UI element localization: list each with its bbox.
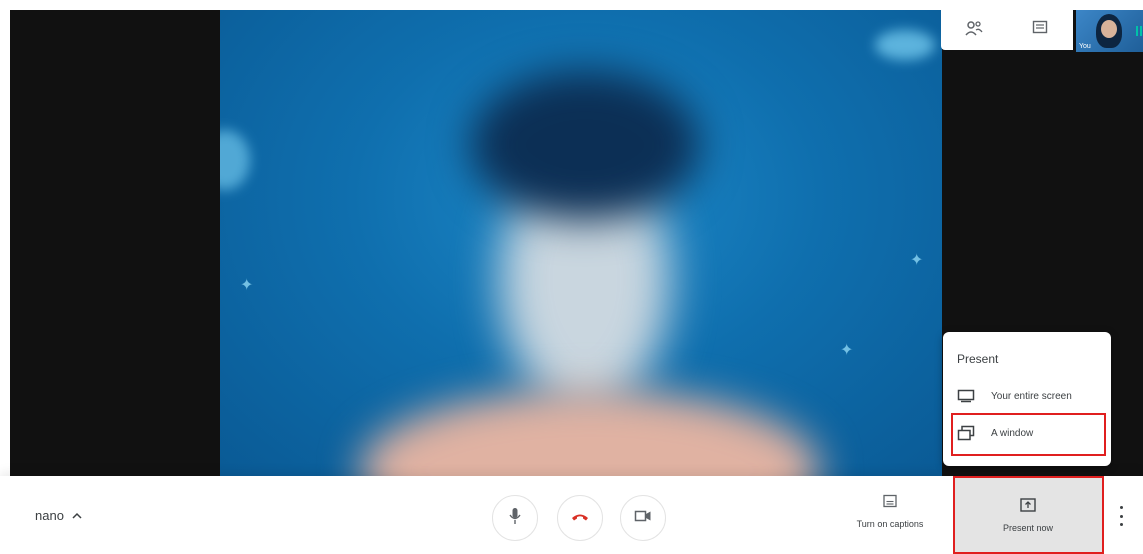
present-menu: Present Your entire screen A window xyxy=(943,332,1111,466)
captions-button[interactable]: Turn on captions xyxy=(840,494,940,529)
captions-label: Turn on captions xyxy=(856,519,924,529)
audio-indicator-icon xyxy=(1136,26,1142,36)
present-now-label: Present now xyxy=(1002,523,1054,533)
window-icon xyxy=(951,425,981,441)
captions-icon xyxy=(883,494,897,512)
chat-icon xyxy=(1032,20,1048,41)
self-view-face xyxy=(1101,20,1117,38)
end-call-icon xyxy=(571,509,589,527)
meeting-name: nano xyxy=(35,508,64,523)
microphone-button[interactable] xyxy=(492,495,538,541)
menu-item-label: A window xyxy=(991,427,1034,439)
video-sparkle: ✦ xyxy=(840,342,854,359)
camera-button[interactable] xyxy=(620,495,666,541)
menu-item-a-window[interactable]: A window xyxy=(951,418,1106,448)
video-bubble xyxy=(875,30,935,60)
video-blur-shoulders xyxy=(360,390,820,476)
video-blur-hair xyxy=(470,70,700,220)
video-sparkle: ✦ xyxy=(240,277,254,294)
present-now-icon xyxy=(1020,498,1036,516)
microphone-icon xyxy=(508,507,522,530)
menu-item-label: Your entire screen xyxy=(991,390,1072,402)
chat-button[interactable] xyxy=(1020,14,1060,46)
more-options-icon[interactable] xyxy=(1114,506,1128,526)
chevron-up-icon xyxy=(72,508,82,523)
video-bubble xyxy=(220,130,250,190)
video-sparkle: ✦ xyxy=(910,252,924,269)
top-tiles xyxy=(941,10,1073,50)
present-now-button[interactable]: Present now xyxy=(954,476,1102,554)
self-view-tile[interactable]: You xyxy=(1076,10,1143,52)
meeting-details-button[interactable]: nano xyxy=(35,508,82,523)
present-menu-title: Present xyxy=(957,352,999,366)
participant-video: ✦ ✦ ✦ xyxy=(220,10,952,476)
people-icon xyxy=(965,20,983,41)
menu-item-entire-screen[interactable]: Your entire screen xyxy=(951,381,1106,411)
end-call-button[interactable] xyxy=(557,495,603,541)
self-view-label: You xyxy=(1079,43,1091,50)
bottom-toolbar: nano Turn on captions Present now xyxy=(0,476,1143,554)
monitor-icon xyxy=(951,389,981,403)
camera-icon xyxy=(634,509,652,527)
people-button[interactable] xyxy=(954,14,994,46)
